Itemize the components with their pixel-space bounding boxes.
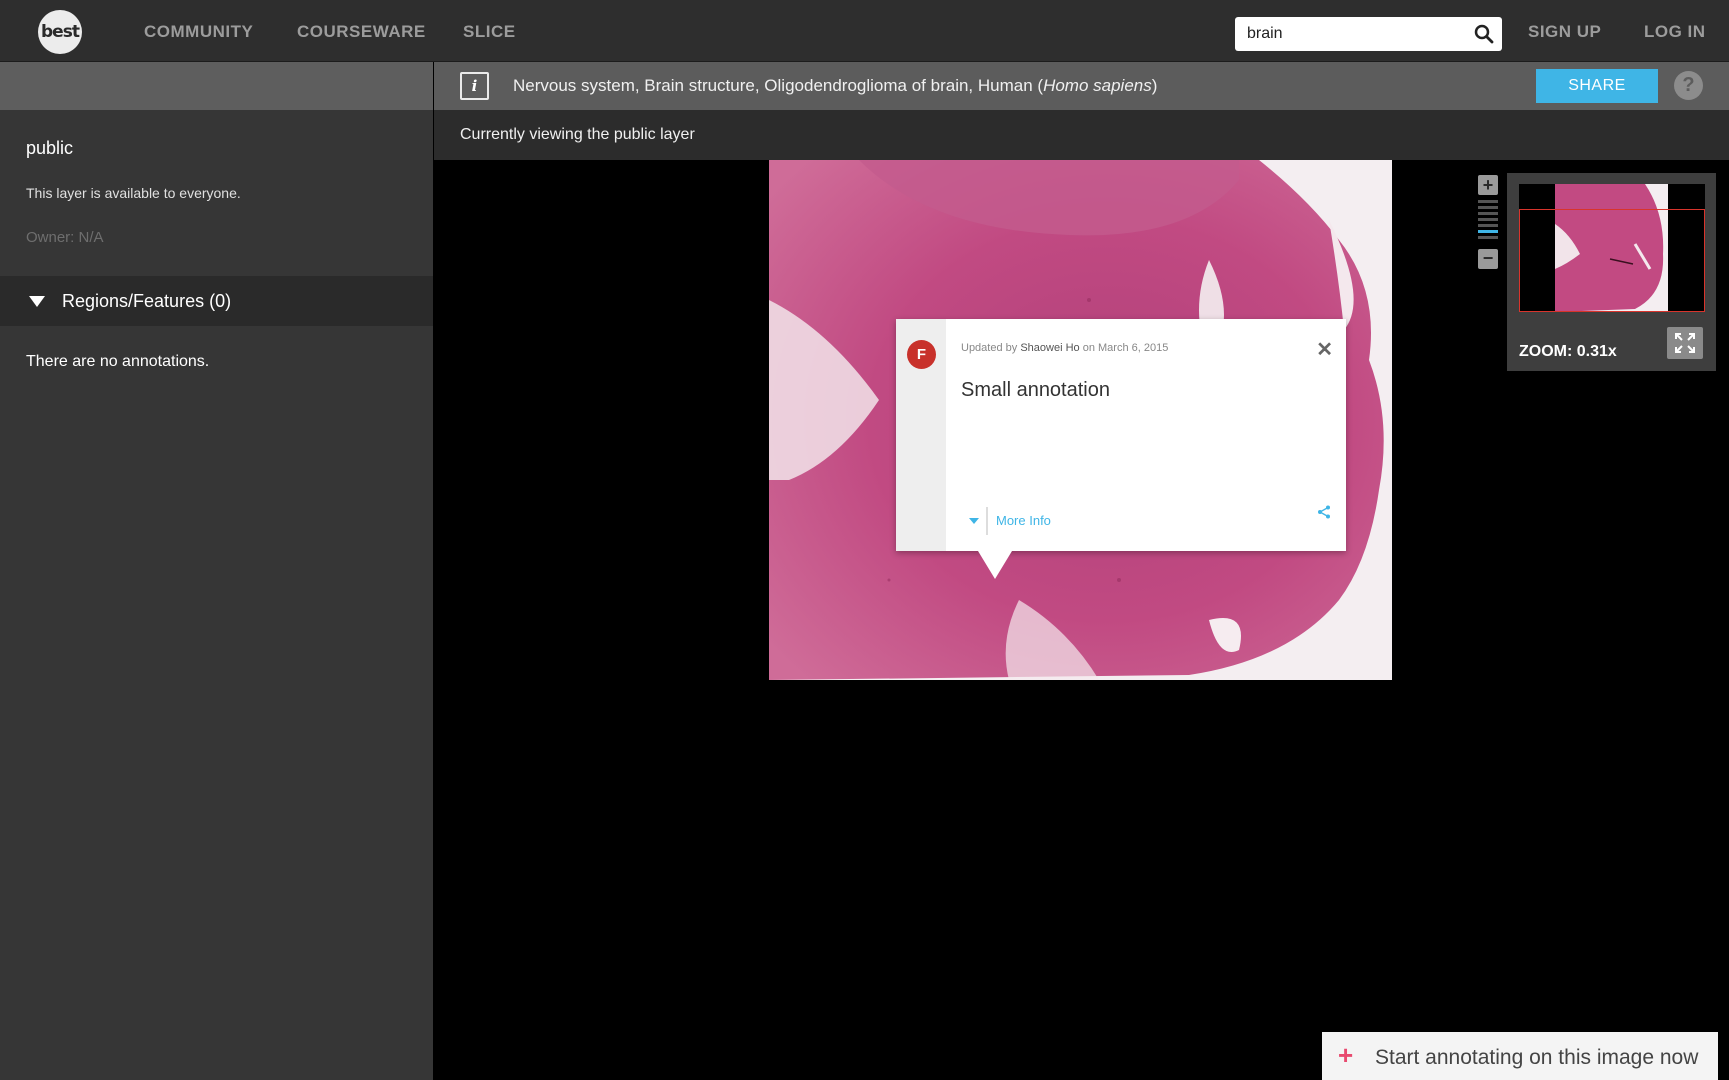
layer-owner: Owner: N/A [26,229,104,246]
plus-icon: + [1338,1040,1354,1070]
share-button[interactable]: SHARE [1536,69,1658,103]
navigator-viewport[interactable] [1519,209,1705,312]
layer-info: public This layer is available to everyo… [0,110,433,276]
zoom-level: ZOOM: 0.31x [1519,343,1617,360]
best-logo[interactable]: best [38,10,82,54]
popup-pointer [978,551,1012,579]
popup-sidebar: F [896,319,946,551]
top-navigation: best COMMUNITY COURSEWARE SLICE SIGN UP … [0,0,1729,62]
navigator-panel: ZOOM: 0.31x [1507,173,1716,371]
layer-sidebar: public This layer is available to everyo… [0,110,433,1080]
zoom-out-button[interactable]: − [1478,249,1498,269]
caret-down-icon[interactable] [969,518,979,524]
annotation-meta: Updated by Shaowei Ho on March 6, 2015 [961,342,1169,354]
layer-name: public [26,138,74,158]
sign-up-link[interactable]: SIGN UP [1528,22,1601,42]
start-annotating-button[interactable]: + Start annotating on this image now [1322,1032,1718,1080]
help-icon[interactable]: ? [1674,71,1703,100]
more-info-link[interactable]: More Info [996,513,1051,528]
zoom-in-button[interactable]: + [1478,175,1498,195]
slide-title: Nervous system, Brain structure, Oligode… [513,76,1158,95]
regions-features-label: Regions/Features (0) [62,291,232,311]
nav-courseware[interactable]: COURSEWARE [297,22,426,42]
zoom-slider[interactable] [1478,200,1498,244]
layer-status-bar: Currently viewing the public layer [434,110,1729,160]
navigator-thumbnail[interactable] [1519,184,1705,312]
share-icon[interactable] [1317,505,1331,519]
search-icon[interactable] [1474,24,1494,44]
nav-community[interactable]: COMMUNITY [144,22,253,42]
slide-info-bar: i Nervous system, Brain structure, Oligo… [434,62,1729,110]
regions-features-toggle[interactable]: Regions/Features (0) [0,276,433,326]
info-icon[interactable]: i [460,72,489,100]
triangle-down-icon [29,296,45,307]
sidebar-header [0,62,433,110]
empty-annotations-message: There are no annotations. [26,353,210,370]
fullscreen-icon[interactable] [1667,327,1703,359]
layer-description: This layer is available to everyone. [26,185,241,201]
user-avatar: F [907,340,936,369]
start-annotating-label: Start annotating on this image now [1375,1046,1699,1069]
layer-status-text: Currently viewing the public layer [460,126,695,143]
annotation-title: Small annotation [961,379,1110,401]
close-icon[interactable]: ✕ [1316,337,1333,362]
search-box [1235,17,1502,51]
nav-slice[interactable]: SLICE [463,22,516,42]
annotation-popup: F Updated by Shaowei Ho on March 6, 2015… [896,319,1346,551]
search-input[interactable] [1247,23,1467,45]
log-in-link[interactable]: LOG IN [1644,22,1706,42]
divider [986,507,988,535]
